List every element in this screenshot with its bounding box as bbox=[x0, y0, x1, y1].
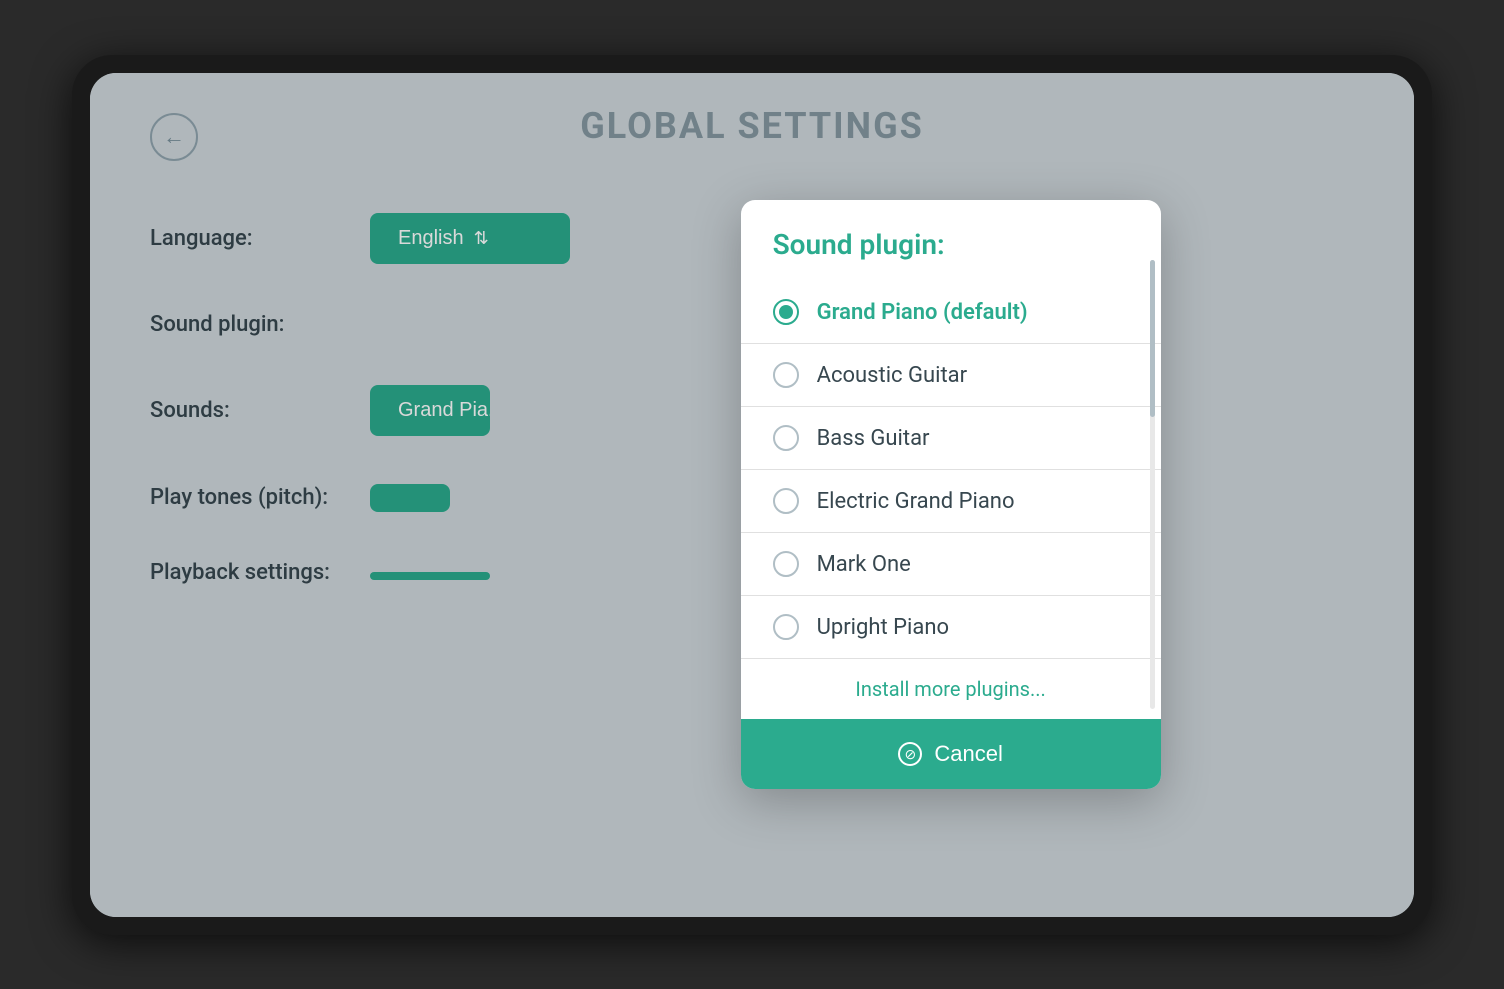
radio-mark-one bbox=[773, 551, 799, 577]
option-electric-grand-piano[interactable]: Electric Grand Piano bbox=[741, 469, 1161, 532]
scrollbar-thumb[interactable] bbox=[1150, 260, 1155, 417]
cancel-button[interactable]: ⊘ Cancel bbox=[741, 719, 1161, 789]
dialog-options-list: Grand Piano (default) Acoustic Guitar Ba… bbox=[741, 281, 1161, 658]
radio-upright-piano bbox=[773, 614, 799, 640]
tablet-frame: ← GLOBAL SETTINGS Language: English ⇅ So… bbox=[72, 55, 1432, 935]
option-acoustic-guitar-label: Acoustic Guitar bbox=[817, 363, 968, 388]
cancel-icon: ⊘ bbox=[898, 742, 922, 766]
option-bass-guitar-label: Bass Guitar bbox=[817, 426, 930, 451]
radio-grand-piano bbox=[773, 299, 799, 325]
option-mark-one-label: Mark One bbox=[817, 552, 911, 577]
sound-plugin-dialog: Sound plugin: Grand Piano (default) Acou… bbox=[741, 200, 1161, 789]
option-acoustic-guitar[interactable]: Acoustic Guitar bbox=[741, 343, 1161, 406]
option-upright-piano-label: Upright Piano bbox=[817, 615, 949, 640]
tablet-screen: ← GLOBAL SETTINGS Language: English ⇅ So… bbox=[90, 73, 1414, 917]
install-more-link[interactable]: Install more plugins... bbox=[741, 658, 1161, 719]
modal-overlay: Sound plugin: Grand Piano (default) Acou… bbox=[90, 73, 1414, 917]
option-upright-piano[interactable]: Upright Piano bbox=[741, 595, 1161, 658]
option-grand-piano-label: Grand Piano (default) bbox=[817, 300, 1028, 325]
radio-acoustic-guitar bbox=[773, 362, 799, 388]
option-bass-guitar[interactable]: Bass Guitar bbox=[741, 406, 1161, 469]
option-mark-one[interactable]: Mark One bbox=[741, 532, 1161, 595]
radio-electric-grand-piano bbox=[773, 488, 799, 514]
option-electric-grand-piano-label: Electric Grand Piano bbox=[817, 489, 1015, 514]
cancel-label: Cancel bbox=[934, 741, 1002, 767]
option-grand-piano[interactable]: Grand Piano (default) bbox=[741, 281, 1161, 343]
scrollbar-track bbox=[1150, 260, 1155, 709]
dialog-title: Sound plugin: bbox=[741, 200, 1161, 281]
radio-bass-guitar bbox=[773, 425, 799, 451]
